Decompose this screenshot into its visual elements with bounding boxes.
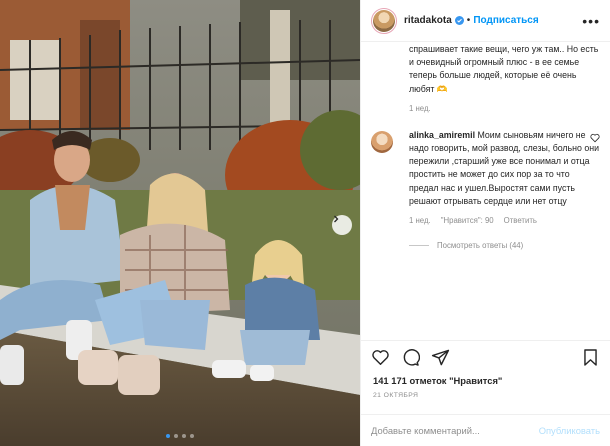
comment-meta: 1 нед. "Нравится": 90 Ответить xyxy=(409,216,600,225)
chevron-right-icon xyxy=(334,215,339,223)
replies-divider xyxy=(409,245,429,247)
comment-text: Моим сыновьям ничего не надо говорить, м… xyxy=(409,129,600,206)
caption-meta: 1 нед. xyxy=(409,104,600,113)
comment-time[interactable]: 1 нед. xyxy=(409,216,431,225)
comments-list[interactable]: спрашивает такие вещи, чего уж там.. Но … xyxy=(361,43,610,339)
heart-icon[interactable] xyxy=(371,348,390,367)
caption-comment: спрашивает такие вещи, чего уж там.. Но … xyxy=(409,43,600,113)
family-photo-illustration xyxy=(0,0,360,446)
caption-text: спрашивает такие вещи, чего уж там.. Но … xyxy=(409,44,599,94)
commenter-username[interactable]: alinka_amiremil xyxy=(409,130,475,140)
publish-button[interactable]: Опубликовать xyxy=(539,425,600,436)
carousel-dot-active xyxy=(166,434,170,438)
view-replies-label: Посмотреть ответы (44) xyxy=(437,241,524,251)
carousel-dot xyxy=(190,434,194,438)
more-options-button[interactable]: ••• xyxy=(582,14,600,28)
view-replies-button[interactable]: Посмотреть ответы (44) xyxy=(409,241,600,250)
carousel-dot xyxy=(174,434,178,438)
add-comment-bar: Опубликовать xyxy=(361,414,610,446)
follow-button[interactable]: Подписаться xyxy=(473,15,538,26)
post-photo[interactable] xyxy=(0,0,360,446)
post-actions xyxy=(361,340,610,374)
next-slide-button[interactable] xyxy=(332,215,352,235)
author-avatar[interactable] xyxy=(371,7,397,34)
comment-input[interactable] xyxy=(371,425,539,436)
post-side-panel: ritadakota • Подписаться ••• спрашивает … xyxy=(360,0,610,446)
share-icon[interactable] xyxy=(431,348,450,367)
author-username[interactable]: ritadakota xyxy=(404,15,452,26)
comment-likes[interactable]: "Нравится": 90 xyxy=(441,216,494,225)
bookmark-icon[interactable] xyxy=(581,348,600,367)
header-separator: • xyxy=(466,15,471,26)
comment-body: alinka_amiremil Моим сыновьям ничего не … xyxy=(409,129,600,208)
commenter-avatar[interactable] xyxy=(371,130,393,153)
like-comment-heart-icon[interactable] xyxy=(590,133,600,143)
post-date[interactable]: 21 ОКТЯБРЯ xyxy=(373,392,418,399)
reply-button[interactable]: Ответить xyxy=(504,216,537,225)
comment-icon[interactable] xyxy=(401,348,420,367)
post-header: ritadakota • Подписаться ••• xyxy=(361,0,610,42)
caption-time[interactable]: 1 нед. xyxy=(409,104,431,113)
carousel-indicator xyxy=(0,434,360,438)
verified-badge-icon xyxy=(454,16,464,25)
carousel-dot xyxy=(182,434,186,438)
comment-item: alinka_amiremil Моим сыновьям ничего не … xyxy=(371,129,600,250)
likes-count[interactable]: 141 171 отметок "Нравится" xyxy=(373,375,502,386)
